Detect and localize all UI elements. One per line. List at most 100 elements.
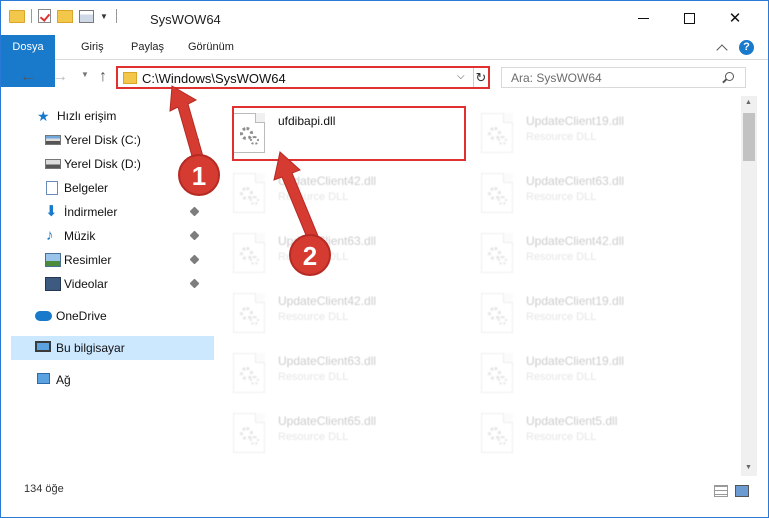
- file-item[interactable]: UpdateClient65.dll Resource DLL: [213, 406, 453, 458]
- nav-label: Ağ: [56, 373, 71, 387]
- dll-file-icon: [233, 293, 265, 333]
- gear-icon: [498, 196, 507, 205]
- tab-home[interactable]: Giriş: [81, 35, 104, 60]
- scroll-thumb[interactable]: [743, 113, 755, 161]
- item-count: 134 öğe: [24, 483, 64, 495]
- close-button[interactable]: ✕: [712, 1, 758, 35]
- search-placeholder[interactable]: Ara: SysWOW64: [511, 71, 602, 85]
- nav-label: OneDrive: [56, 309, 107, 323]
- file-name: UpdateClient42.dll: [526, 234, 625, 248]
- annotation-badge-1: 1: [178, 154, 220, 196]
- dll-file-icon: [481, 293, 513, 333]
- tab-share[interactable]: Paylaş: [131, 35, 164, 60]
- file-name: UpdateClient63.dll: [526, 174, 625, 188]
- address-path[interactable]: C:\Windows\SysWOW64: [142, 71, 286, 86]
- refresh-icon[interactable]: ↻: [473, 68, 488, 87]
- folder-icon: [123, 72, 137, 84]
- pin-icon[interactable]: [189, 254, 200, 265]
- expand-ribbon-icon[interactable]: [716, 44, 728, 56]
- file-type: Resource DLL: [278, 371, 349, 383]
- file-item[interactable]: UpdateClient42.dll Resource DLL: [213, 166, 453, 218]
- file-item[interactable]: UpdateClient63.dll Resource DLL: [213, 226, 453, 278]
- file-item[interactable]: UpdateClient19.dll Resource DLL: [461, 286, 701, 338]
- recent-locations-chevron-icon[interactable]: ▼: [76, 70, 94, 79]
- details-view-icon[interactable]: [714, 485, 728, 497]
- dll-file-icon: [481, 353, 513, 393]
- pin-icon[interactable]: [189, 134, 200, 145]
- dll-file-icon: [481, 413, 513, 453]
- search-box[interactable]: Ara: SysWOW64: [501, 67, 746, 88]
- gear-icon: [498, 436, 507, 445]
- nav-item-downloads[interactable]: ⬇ İndirmeler: [1, 200, 211, 224]
- divider: [31, 9, 32, 23]
- up-arrow-icon[interactable]: ↑: [94, 68, 112, 86]
- minimize-button[interactable]: [620, 1, 666, 35]
- nav-item-onedrive[interactable]: OneDrive: [1, 304, 211, 328]
- nav-item-network[interactable]: Ağ: [1, 368, 211, 392]
- address-dropdown-icon[interactable]: ⌵: [457, 71, 465, 82]
- properties-check-icon[interactable]: [38, 9, 51, 23]
- file-name: UpdateClient42.dll: [278, 174, 377, 188]
- address-bar[interactable]: C:\Windows\SysWOW64 ⌵ ↻: [116, 66, 490, 89]
- dll-file-icon: [233, 353, 265, 393]
- tab-view[interactable]: Görünüm: [188, 35, 234, 60]
- view-properties-icon[interactable]: [79, 9, 94, 23]
- pin-icon[interactable]: [189, 206, 200, 217]
- download-icon: ⬇: [45, 203, 58, 220]
- file-item[interactable]: UpdateClient42.dll Resource DLL: [213, 286, 453, 338]
- scroll-up-arrow-icon[interactable]: ▲: [745, 99, 752, 106]
- file-item[interactable]: UpdateClient19.dll Resource DLL: [461, 106, 701, 158]
- annotation-badge-2: 2: [289, 234, 331, 276]
- nav-item-music[interactable]: ♪ Müzik: [1, 224, 211, 248]
- video-icon: [45, 277, 61, 291]
- help-icon[interactable]: ?: [739, 40, 754, 55]
- drive-icon: [45, 159, 61, 169]
- nav-label: Belgeler: [64, 181, 109, 195]
- file-type: Resource DLL: [526, 371, 597, 383]
- file-item[interactable]: UpdateClient5.dll Resource DLL: [461, 406, 701, 458]
- dll-file-icon: [233, 413, 265, 453]
- pin-icon[interactable]: [189, 278, 200, 289]
- nav-item-pictures[interactable]: Resimler: [1, 248, 211, 272]
- status-bar: 134 öğe: [1, 476, 768, 517]
- gear-icon: [250, 436, 259, 445]
- forward-arrow-icon[interactable]: →: [51, 68, 69, 86]
- nav-item-videos[interactable]: Videolar: [1, 272, 211, 296]
- dll-file-icon: [233, 173, 265, 213]
- network-icon: [37, 373, 50, 384]
- file-name: UpdateClient63.dll: [278, 354, 377, 368]
- maximize-button[interactable]: [666, 1, 712, 35]
- nav-item-local-disk-c[interactable]: Yerel Disk (C:): [1, 128, 211, 152]
- title-bar: ▼ SysWOW64 ✕: [1, 1, 768, 35]
- gear-icon: [498, 256, 507, 265]
- nav-label: Resimler: [64, 253, 112, 267]
- file-item[interactable]: UpdateClient19.dll Resource DLL: [461, 346, 701, 398]
- back-arrow-icon[interactable]: ←: [19, 68, 37, 86]
- nav-item-this-pc[interactable]: Bu bilgisayar: [11, 336, 214, 360]
- file-item[interactable]: UpdateClient63.dll Resource DLL: [213, 346, 453, 398]
- file-type: Resource DLL: [278, 431, 349, 443]
- nav-label: Müzik: [64, 229, 96, 243]
- nav-label: İndirmeler: [64, 205, 118, 219]
- scroll-down-arrow-icon[interactable]: ▼: [745, 464, 752, 471]
- file-item[interactable]: UpdateClient63.dll Resource DLL: [461, 166, 701, 218]
- nav-label: Yerel Disk (D:): [64, 157, 141, 171]
- file-type: Resource DLL: [526, 311, 597, 323]
- file-highlight-box: [232, 106, 466, 161]
- gear-icon: [498, 376, 507, 385]
- dll-file-icon: [481, 233, 513, 273]
- chevron-down-icon[interactable]: ▼: [100, 12, 108, 21]
- pin-icon[interactable]: [189, 230, 200, 241]
- dll-file-icon: [233, 233, 265, 273]
- nav-quick-access[interactable]: ★ Hızlı erişim: [1, 104, 211, 128]
- nav-label: Bu bilgisayar: [56, 341, 125, 355]
- file-type: Resource DLL: [526, 251, 597, 263]
- large-icons-view-icon[interactable]: [735, 485, 749, 497]
- drive-icon: [45, 135, 61, 145]
- vertical-scrollbar[interactable]: ▲ ▼: [741, 96, 757, 476]
- new-folder-icon[interactable]: [57, 9, 73, 23]
- file-item[interactable]: UpdateClient42.dll Resource DLL: [461, 226, 701, 278]
- file-name: UpdateClient5.dll: [526, 414, 618, 428]
- divider: [115, 9, 117, 23]
- search-icon[interactable]: [725, 72, 734, 81]
